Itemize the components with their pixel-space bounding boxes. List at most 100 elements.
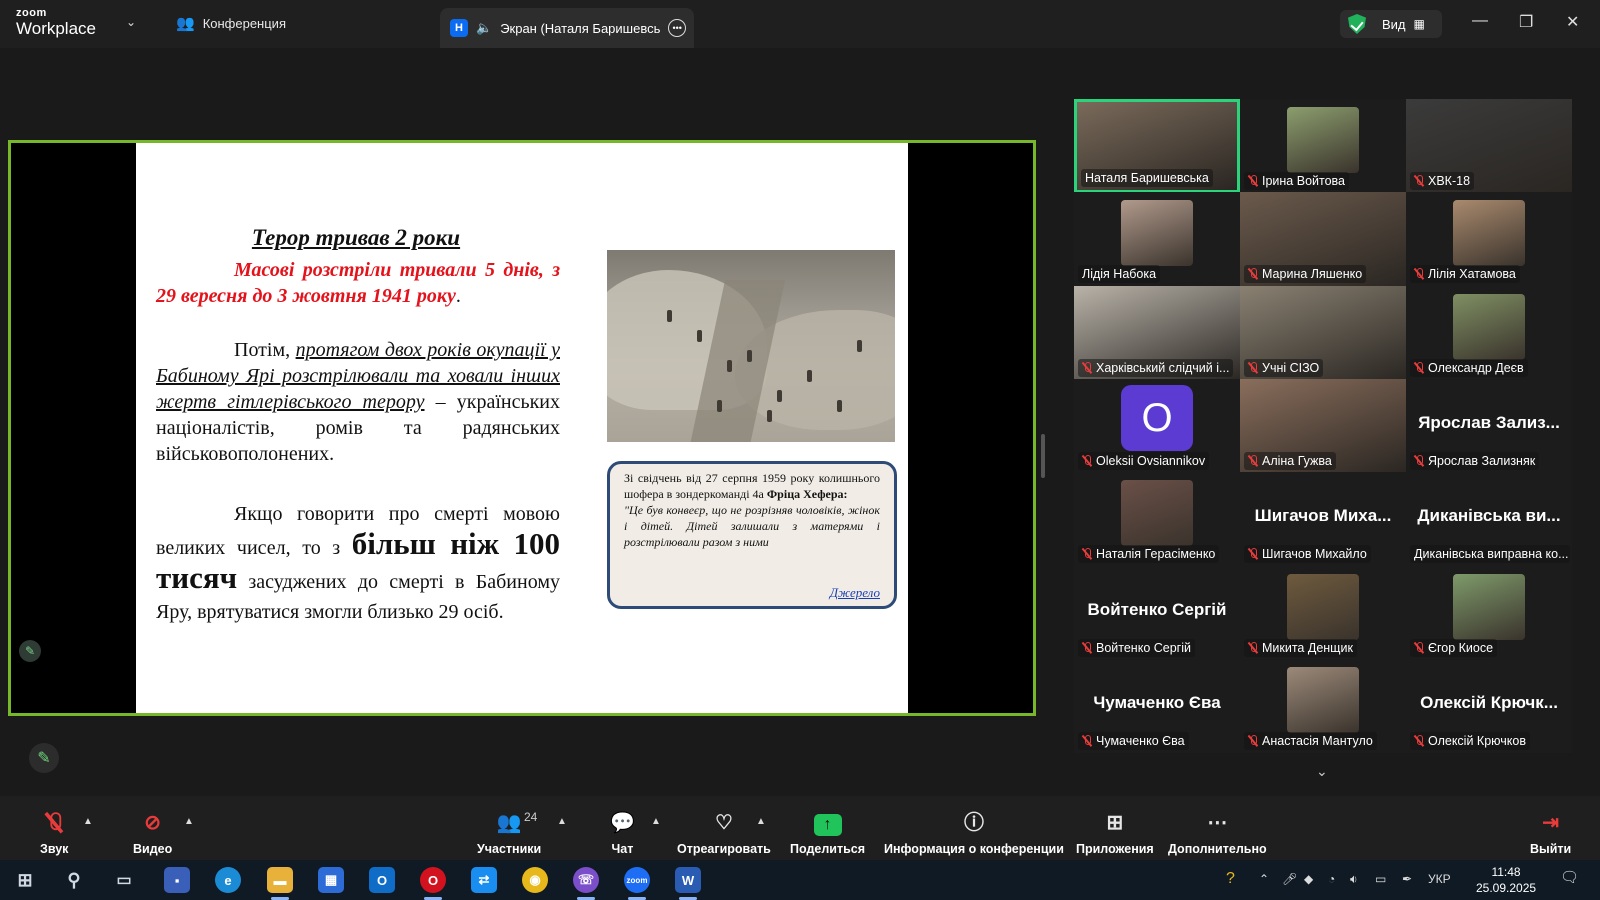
volume-icon[interactable]: 🔉︎ (1350, 872, 1358, 887)
participant-name: Марина Ляшенко (1262, 267, 1363, 281)
quote-body: "Це був конвеєр, що не розрізняв чоловік… (624, 503, 880, 549)
chevron-up-icon[interactable]: ⌃ (1259, 872, 1269, 886)
close-icon[interactable]: ✕ (1566, 12, 1579, 32)
participant-tile[interactable]: Олексій Крючк... Олексій Крючков (1406, 659, 1572, 753)
participant-name: Oleksii Ovsiannikov (1096, 454, 1206, 468)
chrome-icon[interactable]: ◉ (522, 867, 548, 893)
battery-icon[interactable]: ▭ (1375, 872, 1386, 886)
tab-screen-share[interactable]: H 🔈 Экран (Наталя Баришевськ ••• (440, 8, 694, 48)
participant-tile[interactable]: Анастасія Мантуло (1240, 659, 1406, 753)
participant-tile[interactable]: Олександр Деєв (1406, 286, 1572, 380)
more-icon[interactable]: ••• (668, 19, 687, 37)
help-icon[interactable]: ? (1226, 870, 1235, 888)
participant-tile[interactable]: Марина Ляшенко (1240, 192, 1406, 286)
photo-figure (747, 350, 752, 362)
leave-button[interactable]: ⇥ Выйти (1530, 810, 1571, 856)
photo-figure (717, 400, 722, 412)
photo-figure (727, 360, 732, 372)
participant-name: Войтенко Сергій (1096, 641, 1191, 655)
participant-tile[interactable]: Диканівська ви... Диканівська виправна ко… (1406, 472, 1572, 566)
participant-name-label: Наталія Герасіменко (1078, 545, 1220, 563)
video-button[interactable]: ⊘ Видео (133, 810, 172, 856)
react-label: Отреагировать (677, 842, 771, 856)
restore-icon[interactable]: ❐ (1519, 12, 1533, 32)
outlook-icon[interactable]: O (369, 867, 395, 893)
apps-button[interactable]: ⊞ Приложения (1076, 810, 1154, 856)
gallery-next-page-icon[interactable]: ⌄ (1316, 763, 1328, 780)
photo-figure (667, 310, 672, 322)
participant-tile[interactable]: O Oleksii Ovsiannikov (1074, 379, 1240, 473)
more-button[interactable]: ⋯ Дополнительно (1168, 810, 1267, 856)
opera-icon[interactable]: O (420, 867, 446, 893)
brand-large: Workplace (16, 19, 96, 38)
zoom-icon[interactable]: zoom (624, 867, 650, 893)
search-icon[interactable]: ⚲ (61, 867, 87, 893)
word-icon[interactable]: W (675, 867, 701, 893)
mic-muted-icon (1414, 268, 1424, 280)
chat-button[interactable]: 💬 Чат (610, 810, 635, 856)
network-icon[interactable]: ◔ (1328, 872, 1335, 886)
participant-tile[interactable]: Ірина Войтова (1240, 99, 1406, 193)
windows-start-icon[interactable]: ⊞ (12, 867, 38, 893)
source-link[interactable]: Джерело (830, 585, 880, 601)
participant-name: Харківський слідчий і... (1096, 361, 1230, 375)
audio-button[interactable]: Звук (40, 810, 68, 856)
participant-tile[interactable]: ХВК-18 (1406, 99, 1572, 193)
share-button[interactable]: ↑ Поделиться (790, 810, 865, 856)
annotate-tools-icon[interactable]: ✎ (29, 743, 59, 773)
language-indicator[interactable]: УКР (1428, 872, 1451, 886)
participant-name: Ярослав Зализняк (1428, 454, 1536, 468)
participant-tile[interactable]: Лілія Хатамова (1406, 192, 1572, 286)
mic-muted-icon (1082, 362, 1092, 374)
security-icon[interactable]: ◆ (1304, 872, 1313, 886)
participant-name: Аліна Гужва (1262, 454, 1332, 468)
participant-tile[interactable]: Аліна Гужва (1240, 379, 1406, 473)
participant-photo (1453, 574, 1525, 640)
participant-tile[interactable]: Ярослав Зализ... Ярослав Зализняк (1406, 379, 1572, 473)
notifications-icon[interactable]: 🗨︎ (1560, 868, 1579, 886)
zoom-logo[interactable]: zoom Workplace (16, 8, 96, 38)
teamviewer-icon[interactable]: ⇄ (471, 867, 497, 893)
react-options-caret[interactable]: ▲ (756, 816, 766, 827)
participant-photo (1453, 200, 1525, 266)
participant-name-label: Олексій Крючков (1410, 732, 1530, 750)
chevron-down-icon[interactable]: ⌄ (126, 15, 136, 29)
edge-icon[interactable]: e (215, 867, 241, 893)
participant-tile[interactable]: Наталія Герасіменко (1074, 472, 1240, 566)
slide-title: Терор тривав 2 роки (251, 225, 461, 250)
chat-options-caret[interactable]: ▲ (651, 816, 661, 827)
meeting-toolbar: Звук ▲ ⊘ Видео ▲ 👥 Участники 24 ▲ 💬 Чат … (0, 796, 1600, 860)
participant-tile[interactable]: Шигачов Миха... Шигачов Михайло (1240, 472, 1406, 566)
tab-conference[interactable]: 👥 Конференция (176, 14, 286, 32)
viber-icon[interactable]: ☏ (573, 867, 599, 893)
minimize-icon[interactable]: — (1472, 12, 1488, 30)
task-view-icon[interactable]: ▭ (111, 867, 137, 893)
resize-handle[interactable] (1041, 434, 1045, 478)
participant-display-name: Олексій Крючк... (1420, 693, 1558, 712)
participant-tile[interactable]: Чумаченко Єва Чумаченко Єва (1074, 659, 1240, 753)
participant-tile[interactable]: Єгор Киосе (1406, 566, 1572, 660)
file-explorer-icon[interactable]: ▬ (267, 867, 293, 893)
audio-options-caret[interactable]: ▲ (83, 816, 93, 827)
title-bar: zoom Workplace ⌄ 👥 Конференция H 🔈 Экран… (0, 0, 1600, 48)
mic-muted-icon (1248, 268, 1258, 280)
participant-tile[interactable]: Учні СІЗО (1240, 286, 1406, 380)
pen-icon[interactable]: ✒ (1402, 872, 1412, 886)
zoom-window: zoom Workplace ⌄ 👥 Конференция H 🔈 Экран… (0, 0, 1600, 900)
meeting-info-button[interactable]: ⓘ Информация о конференции (884, 810, 1064, 856)
store-icon[interactable]: ▦ (318, 867, 344, 893)
participant-name-label: Марина Ляшенко (1244, 265, 1367, 283)
video-options-caret[interactable]: ▲ (184, 816, 194, 827)
participant-tile[interactable]: Наталя Баришевська (1074, 99, 1240, 193)
microphone-icon[interactable]: 🎤︎ (1282, 872, 1297, 886)
leave-label: Выйти (1530, 842, 1572, 856)
participant-tile[interactable]: Лідія Набока (1074, 192, 1240, 286)
participant-tile[interactable]: Харківський слідчий і... (1074, 286, 1240, 380)
clock[interactable]: 11:48 25.09.2025 (1476, 864, 1536, 896)
participant-tile[interactable]: Микита Денщик (1240, 566, 1406, 660)
participants-options-caret[interactable]: ▲ (557, 816, 567, 827)
save-app-icon[interactable]: ▪ (164, 867, 190, 893)
participant-tile[interactable]: Войтенко Сергій Войтенко Сергій (1074, 566, 1240, 660)
view-button[interactable]: Вид ▦ (1340, 10, 1442, 38)
annotate-icon[interactable]: ✎ (19, 640, 41, 662)
